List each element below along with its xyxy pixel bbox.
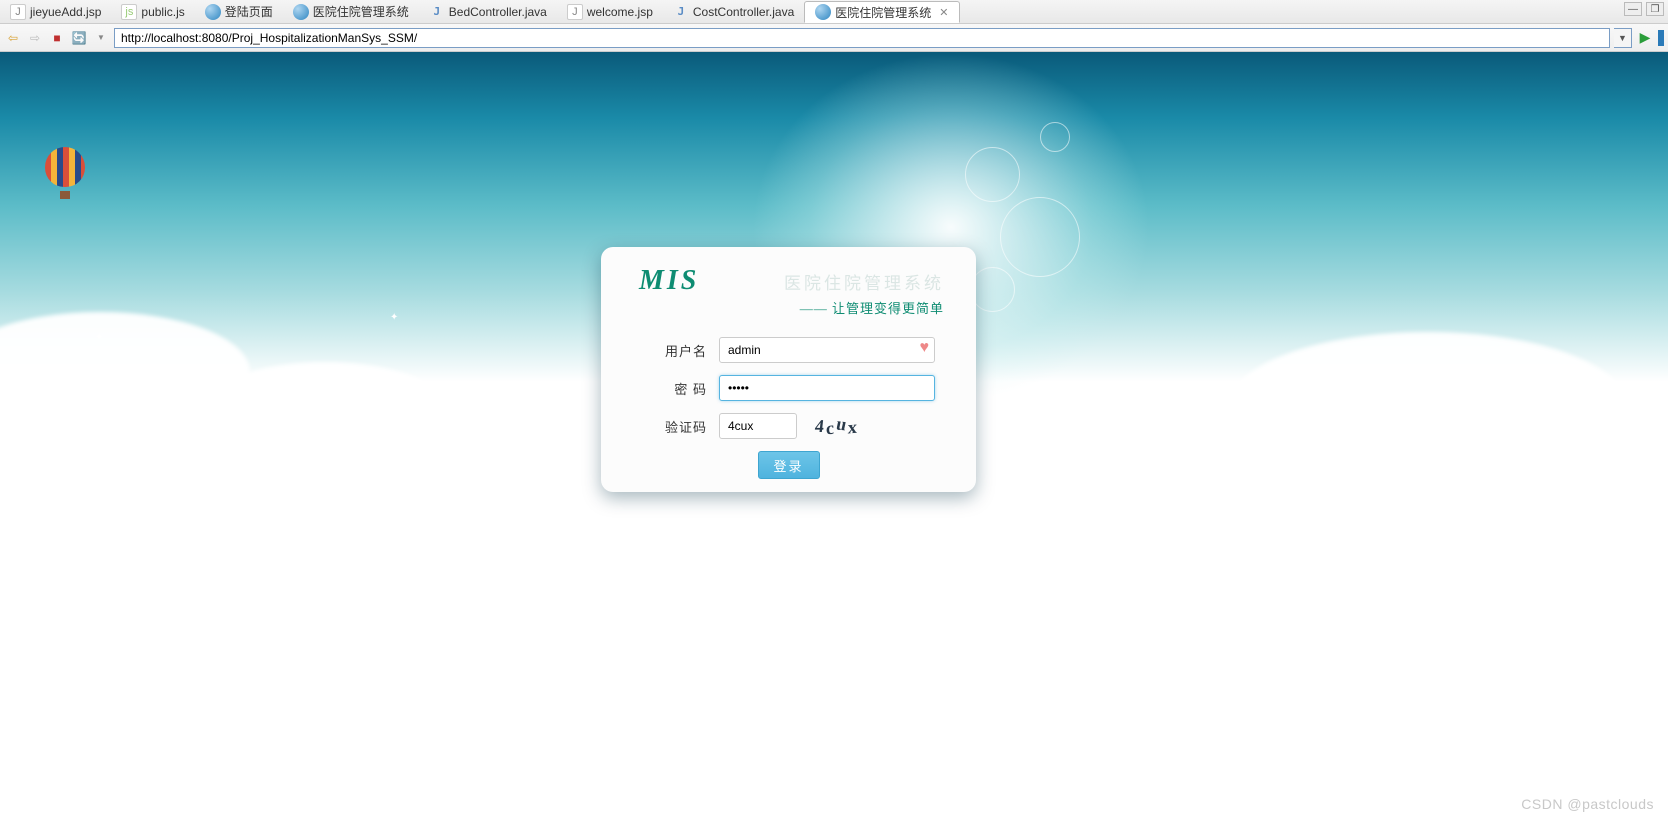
captcha-row: 验证码 4cux [627,413,950,439]
editor-tab-bar: J jieyueAdd.jsp js public.js 登陆页面 医院住院管理… [0,0,1668,24]
globe-icon [205,4,221,20]
balloon-decoration [45,147,85,207]
java-icon: J [429,4,445,20]
username-label: 用户名 [647,341,707,360]
tab-label: 医院住院管理系统 [313,3,409,20]
bubble-decoration [1040,122,1070,152]
sparkle-icon: ✦ [95,332,103,343]
url-dropdown[interactable]: ▼ [1614,28,1632,48]
captcha-label: 验证码 [647,417,707,436]
window-controls: — ❐ [1624,2,1664,16]
username-input[interactable] [719,337,935,363]
url-input[interactable] [114,28,1610,48]
tab-jieyueadd[interactable]: J jieyueAdd.jsp [0,1,111,23]
bubble-decoration [970,267,1015,312]
tab-login-page[interactable]: 登陆页面 [195,1,283,23]
jsp-icon: J [567,4,583,20]
forward-button[interactable]: ⇨ [26,29,44,47]
refresh-dropdown[interactable]: ▼ [92,29,110,47]
cloud-decoration [1068,382,1368,502]
username-row: 用户名 ♥ [627,337,950,363]
tab-label: welcome.jsp [587,5,653,19]
password-row: 密 码 [627,375,950,401]
tab-label: CostController.java [693,5,794,19]
mis-logo: MIS [639,265,699,297]
tab-hospital-2-active[interactable]: 医院住院管理系统 ✕ [804,1,959,23]
system-title: 医院住院管理系统 [784,269,944,294]
js-icon: js [121,4,137,20]
globe-icon [815,4,831,20]
tab-hospital-1[interactable]: 医院住院管理系统 [283,1,419,23]
close-icon[interactable]: ✕ [939,6,948,19]
stop-button[interactable]: ■ [48,29,66,47]
tab-welcome[interactable]: J welcome.jsp [557,1,663,23]
menu-button[interactable] [1658,30,1664,46]
sparkle-icon: ✦ [390,312,398,323]
marker-icon: ♥ [920,339,930,357]
sparkle-icon: ✦ [150,362,158,373]
tab-label: 医院住院管理系统 [835,4,931,21]
restore-button[interactable]: ❐ [1646,2,1664,16]
page-content: ✦ ✦ ✦ MIS 医院住院管理系统 让管理变得更简单 用户名 ♥ 密 码 验证… [0,52,1668,820]
go-button[interactable]: ▶ [1636,29,1654,47]
login-header: MIS 医院住院管理系统 让管理变得更简单 [627,265,950,317]
captcha-image[interactable]: 4cux [806,415,868,437]
java-icon: J [673,4,689,20]
tab-costcontroller[interactable]: J CostController.java [663,1,804,23]
browser-toolbar: ⇦ ⇨ ■ 🔄 ▼ ▼ ▶ [0,24,1668,52]
login-button[interactable]: 登录 [758,451,820,479]
password-label: 密 码 [647,379,707,398]
captcha-input[interactable] [719,413,797,439]
system-subtitle: 让管理变得更简单 [784,298,944,317]
back-button[interactable]: ⇦ [4,29,22,47]
cloud-decoration [200,362,450,462]
tab-publicjs[interactable]: js public.js [111,1,194,23]
tab-label: BedController.java [449,5,547,19]
watermark-text: CSDN @pastclouds [1521,796,1654,812]
bubble-decoration [965,147,1020,202]
tab-label: 登陆页面 [225,3,273,20]
login-panel: MIS 医院住院管理系统 让管理变得更简单 用户名 ♥ 密 码 验证码 4cux… [601,247,976,492]
globe-icon [293,4,309,20]
jsp-icon: J [10,4,26,20]
tab-label: jieyueAdd.jsp [30,5,101,19]
cloud-decoration [0,722,430,820]
tab-label: public.js [141,5,184,19]
tab-bedcontroller[interactable]: J BedController.java [419,1,557,23]
cloud-decoration [400,792,900,820]
minimize-button[interactable]: — [1624,2,1642,16]
password-input[interactable] [719,375,935,401]
refresh-button[interactable]: 🔄 [70,29,88,47]
bubble-decoration [1000,197,1080,277]
